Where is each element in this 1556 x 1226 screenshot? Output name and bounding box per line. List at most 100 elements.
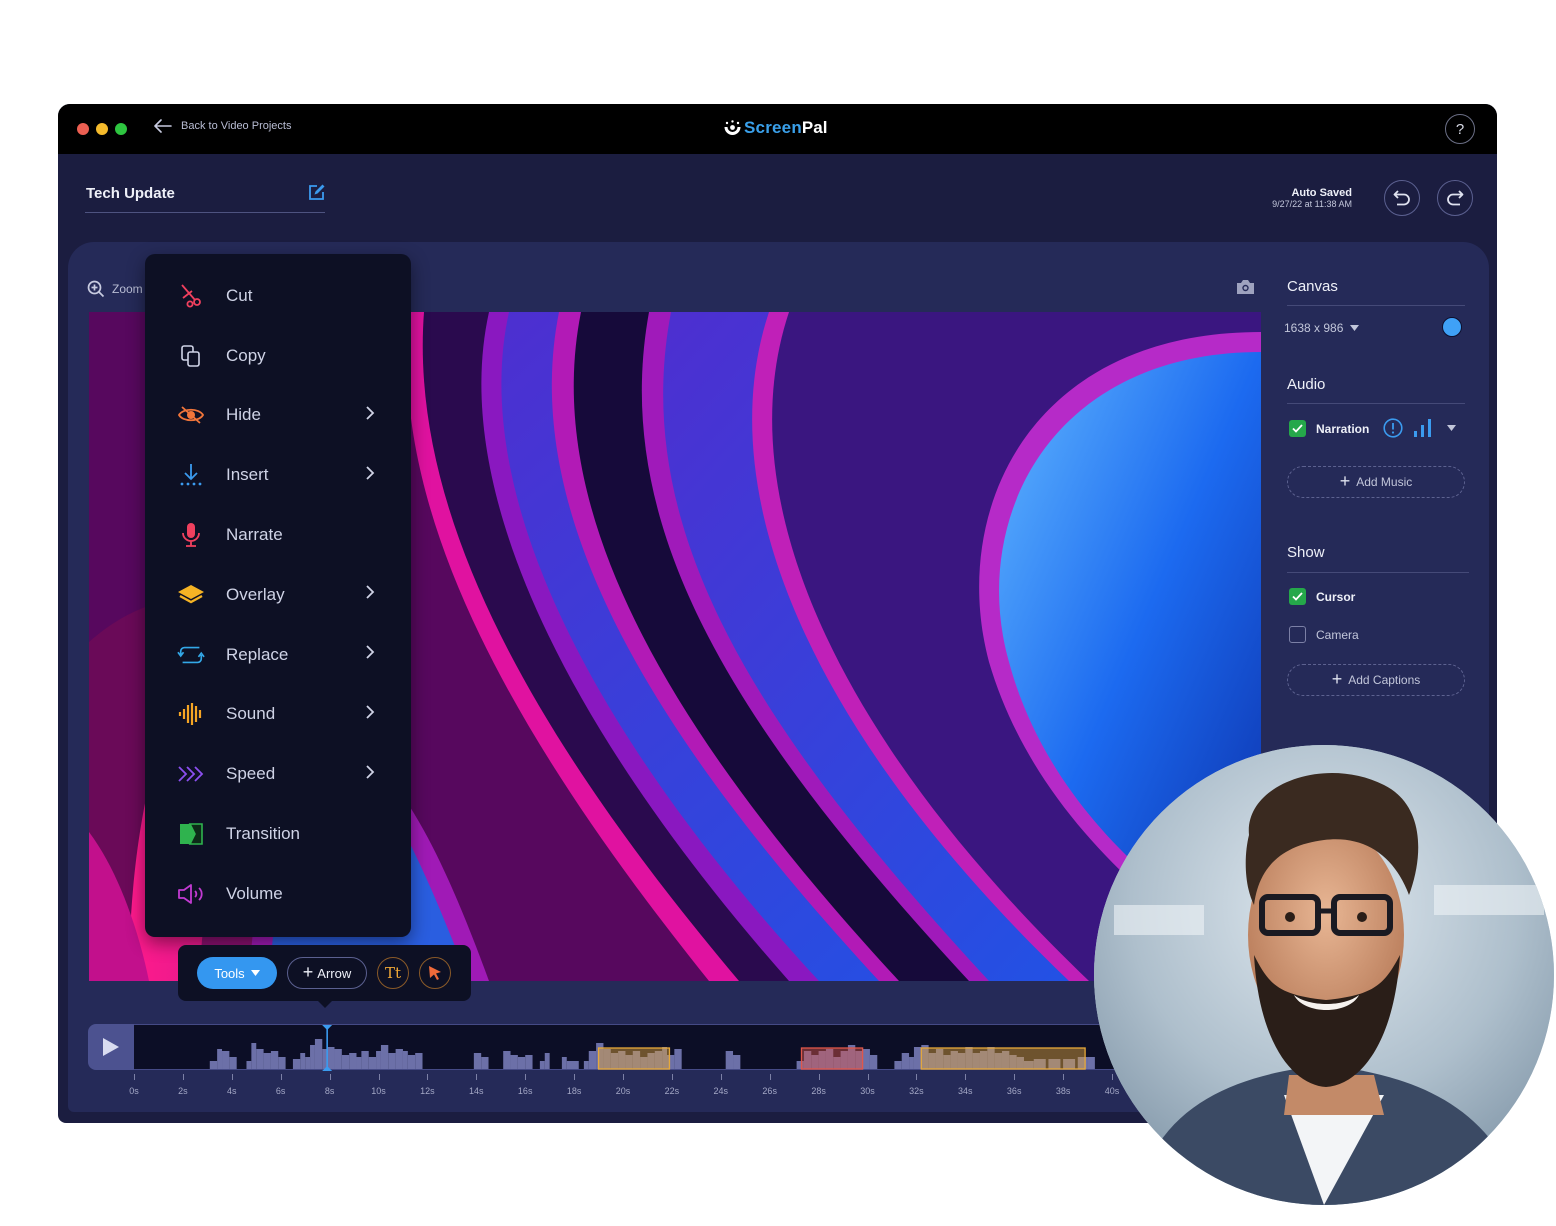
canvas-color-swatch[interactable] bbox=[1442, 317, 1462, 337]
chevron-right-icon bbox=[365, 704, 375, 725]
waveform-bar bbox=[263, 1053, 271, 1069]
plus-icon: + bbox=[1331, 669, 1343, 689]
project-title-field[interactable]: Tech Update bbox=[85, 176, 325, 213]
waveform-bar bbox=[361, 1051, 369, 1069]
waveform-bar bbox=[588, 1051, 597, 1069]
waveform-bar bbox=[356, 1057, 362, 1069]
autosave-label: Auto Saved bbox=[1291, 187, 1352, 199]
waveform-bar bbox=[674, 1049, 682, 1069]
caret-down-icon bbox=[250, 970, 260, 976]
canvas-size-dropdown[interactable]: 1638 x 986 bbox=[1284, 321, 1360, 335]
tick-mark bbox=[525, 1074, 527, 1080]
show-divider bbox=[1287, 572, 1469, 573]
close-window-button[interactable] bbox=[77, 123, 89, 135]
tick-label: 38s bbox=[1055, 1086, 1071, 1096]
tools-label: Tools bbox=[214, 965, 245, 981]
menu-item-cut[interactable]: Cut bbox=[145, 266, 411, 326]
waveform-bar bbox=[539, 1061, 545, 1069]
playhead-handle-top[interactable] bbox=[322, 1025, 333, 1030]
menu-item-speed[interactable]: Speed bbox=[145, 744, 411, 804]
cursor-checkbox[interactable] bbox=[1289, 588, 1306, 605]
waveform-bar bbox=[583, 1061, 589, 1069]
title-bar: Back to Video Projects Screen Pal ? bbox=[58, 104, 1497, 154]
waveform-bar bbox=[256, 1049, 264, 1069]
camera-snapshot-icon[interactable] bbox=[1236, 279, 1255, 295]
menu-item-label: Insert bbox=[226, 465, 269, 485]
menu-item-copy[interactable]: Copy bbox=[145, 326, 411, 386]
menu-item-label: Overlay bbox=[226, 584, 285, 604]
menu-item-insert[interactable]: Insert bbox=[145, 445, 411, 505]
redo-button[interactable] bbox=[1437, 180, 1473, 216]
back-to-projects-link[interactable]: Back to Video Projects bbox=[154, 119, 291, 133]
narration-checkbox[interactable] bbox=[1289, 420, 1306, 437]
tick-mark bbox=[623, 1074, 624, 1080]
tick-label: 32s bbox=[909, 1086, 924, 1096]
waveform-bar bbox=[349, 1053, 357, 1069]
waveform-icon bbox=[177, 700, 205, 728]
timeline-segment-overlay[interactable] bbox=[597, 1047, 671, 1070]
menu-item-narrate[interactable]: Narrate bbox=[145, 505, 411, 565]
tick-label: 22s bbox=[664, 1086, 680, 1096]
waveform-bar bbox=[566, 1061, 579, 1069]
tools-dropdown-button[interactable]: Tools bbox=[197, 957, 277, 989]
plus-icon: + bbox=[302, 961, 314, 982]
autosave-status: Auto Saved 9/27/22 at 11:38 AM bbox=[1272, 188, 1352, 210]
zoom-control[interactable]: Zoom bbox=[87, 280, 143, 298]
cursor-checkbox-row[interactable]: Cursor bbox=[1289, 588, 1355, 605]
audio-level-icon[interactable] bbox=[1413, 419, 1433, 437]
webcam-overlay[interactable] bbox=[1094, 745, 1554, 1205]
audio-divider bbox=[1287, 403, 1465, 404]
checkmark-icon bbox=[1292, 592, 1303, 601]
add-captions-button[interactable]: + Add Captions bbox=[1287, 664, 1465, 696]
copy-icon bbox=[177, 342, 205, 370]
timeline-segment-cut[interactable] bbox=[800, 1047, 864, 1070]
scissors-icon bbox=[177, 282, 205, 310]
menu-item-replace[interactable]: Replace bbox=[145, 625, 411, 685]
waveform-bar bbox=[561, 1057, 567, 1069]
waveform-bar bbox=[341, 1055, 350, 1069]
waveform-bar bbox=[1087, 1057, 1095, 1069]
waveform-bar bbox=[209, 1061, 218, 1069]
waveform-bar bbox=[334, 1049, 342, 1069]
menu-item-volume[interactable]: Volume bbox=[145, 864, 411, 924]
menu-item-sound[interactable]: Sound bbox=[145, 685, 411, 745]
project-title: Tech Update bbox=[86, 185, 175, 202]
waveform-bar bbox=[314, 1039, 323, 1069]
tick-label: 14s bbox=[469, 1086, 484, 1096]
menu-item-transition[interactable]: Transition bbox=[145, 804, 411, 864]
maximize-window-button[interactable] bbox=[115, 123, 127, 135]
play-button[interactable] bbox=[88, 1024, 134, 1070]
waveform-bar bbox=[300, 1053, 306, 1069]
undo-button[interactable] bbox=[1384, 180, 1420, 216]
edit-icon[interactable] bbox=[308, 184, 325, 201]
camera-checkbox[interactable] bbox=[1289, 626, 1306, 643]
timeline-segment-overlay[interactable] bbox=[920, 1047, 1086, 1070]
narration-controls bbox=[1383, 418, 1456, 438]
zoom-label: Zoom bbox=[112, 282, 143, 296]
waveform-bar bbox=[388, 1053, 396, 1069]
waveform-bar bbox=[510, 1055, 518, 1069]
caret-down-icon[interactable] bbox=[1447, 425, 1456, 431]
text-tool-button[interactable]: Tt bbox=[377, 957, 409, 989]
waveform-bar bbox=[481, 1057, 489, 1069]
minimize-window-button[interactable] bbox=[96, 123, 108, 135]
alert-info-icon[interactable] bbox=[1383, 418, 1403, 438]
waveform-bar bbox=[292, 1059, 301, 1069]
add-captions-label: Add Captions bbox=[1348, 673, 1421, 687]
menu-item-hide[interactable]: Hide bbox=[145, 386, 411, 446]
menu-item-overlay[interactable]: Overlay bbox=[145, 565, 411, 625]
tick-mark bbox=[378, 1074, 380, 1080]
add-music-button[interactable]: + Add Music bbox=[1287, 466, 1465, 498]
add-arrow-button[interactable]: + Arrow bbox=[287, 957, 367, 989]
chevron-right-icon bbox=[365, 405, 375, 426]
help-button[interactable]: ? bbox=[1445, 114, 1475, 144]
menu-item-label: Narrate bbox=[226, 525, 283, 545]
caret-down-icon bbox=[1350, 325, 1360, 331]
play-icon bbox=[103, 1038, 119, 1056]
tick-mark bbox=[1112, 1074, 1113, 1080]
camera-checkbox-row[interactable]: Camera bbox=[1289, 626, 1359, 643]
narration-checkbox-row[interactable]: Narration bbox=[1289, 420, 1369, 437]
autosave-time: 9/27/22 at 11:38 AM bbox=[1272, 199, 1352, 209]
cursor-tool-button[interactable] bbox=[419, 957, 451, 989]
waveform-bar bbox=[503, 1051, 511, 1069]
